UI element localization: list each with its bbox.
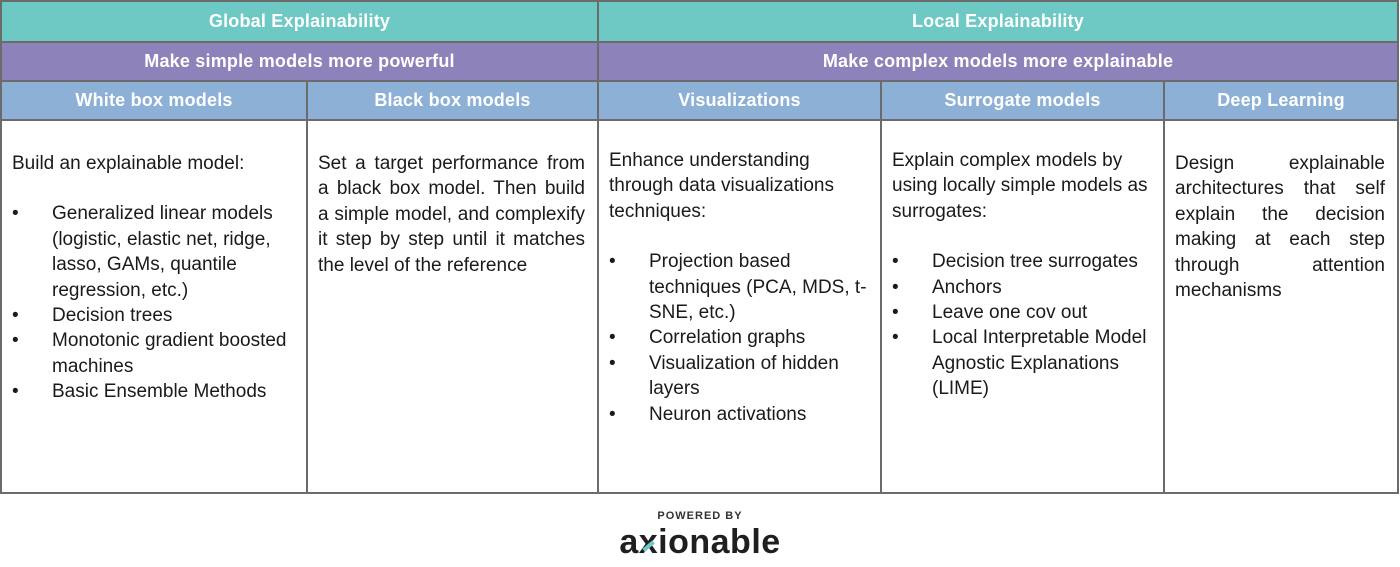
white-box-intro: Build an explainable model: <box>12 153 245 174</box>
column-header-deep-learning: Deep Learning <box>1165 82 1399 121</box>
logo-text-end: ionable <box>658 523 781 561</box>
black-box-description: Set a target performance from a black bo… <box>308 121 599 494</box>
list-item: Basic Ensemble Methods <box>12 379 294 405</box>
column-header-white-box: White box models <box>2 82 308 121</box>
local-explainability-header: Local Explainability <box>599 2 1399 43</box>
local-subheader: Make complex models more explainable <box>599 43 1399 82</box>
global-subheader: Make simple models more powerful <box>2 43 599 82</box>
column-header-black-box: Black box models <box>308 82 599 121</box>
black-box-text: Set a target performance from a black bo… <box>318 153 585 276</box>
list-item: Projection based techniques (PCA, MDS, t… <box>609 249 868 325</box>
list-item: Anchors <box>892 275 1151 301</box>
powered-by-label: POWERED BY <box>657 510 743 522</box>
surrogate-description: Explain complex models by using locally … <box>882 121 1165 494</box>
list-item: Leave one cov out <box>892 300 1151 326</box>
logo-x-mark: x <box>638 523 659 561</box>
explainability-table: Global Explainability Local Explainabili… <box>0 0 1399 494</box>
white-box-list: Generalized linear models (logistic, ela… <box>12 201 294 405</box>
global-explainability-header: Global Explainability <box>2 2 599 43</box>
list-item: Decision tree surrogates <box>892 249 1151 275</box>
surrogate-list: Decision tree surrogates Anchors Leave o… <box>892 249 1151 401</box>
logo-text-start: a <box>619 523 639 561</box>
axionable-logo: axionable <box>0 522 1400 562</box>
visualizations-description: Enhance understanding through data visua… <box>599 121 882 494</box>
footer: POWERED BY axionable <box>0 510 1400 562</box>
list-item: Local Interpretable Model Agnostic Expla… <box>892 325 1151 401</box>
list-item: Monotonic gradient boosted machines <box>12 328 294 379</box>
list-item: Generalized linear models (logistic, ela… <box>12 201 294 303</box>
white-box-description: Build an explainable model: Generalized … <box>2 121 308 494</box>
list-item: Neuron activations <box>609 402 868 428</box>
deep-learning-description: Design explainable architectures that se… <box>1165 121 1399 494</box>
visualizations-list: Projection based techniques (PCA, MDS, t… <box>609 249 868 427</box>
deep-learning-text: Design explainable architectures that se… <box>1175 153 1385 302</box>
list-item: Correlation graphs <box>609 325 868 351</box>
list-item: Decision trees <box>12 303 294 329</box>
column-header-visualizations: Visualizations <box>599 82 882 121</box>
list-item: Visualization of hidden layers <box>609 351 868 402</box>
visualizations-intro: Enhance understanding through data visua… <box>609 150 834 222</box>
surrogate-intro: Explain complex models by using locally … <box>892 150 1148 222</box>
column-header-surrogate: Surrogate models <box>882 82 1165 121</box>
